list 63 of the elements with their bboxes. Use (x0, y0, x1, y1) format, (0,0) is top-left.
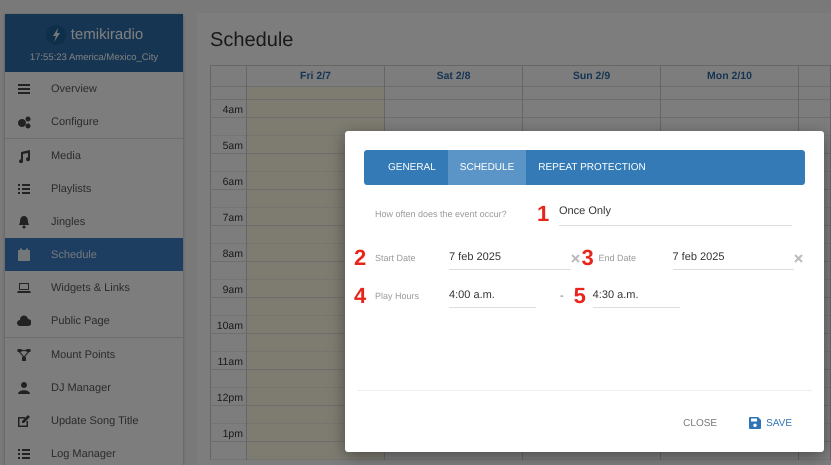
hour-label: 12pm (216, 392, 243, 404)
music-icon (17, 148, 31, 162)
time-field[interactable]: 4:30 a.m. (592, 284, 680, 308)
nav-item[interactable]: Log Manager (5, 437, 183, 465)
clock-text: 17:55:23 America/Mexico_City (30, 52, 158, 62)
range-separator: - (560, 290, 564, 302)
dialog-tab[interactable]: SCHEDULE (448, 150, 526, 185)
callout-number: 5 (574, 284, 587, 308)
bell-icon (17, 214, 31, 228)
logo-icon (44, 24, 67, 46)
day-header: Fri 2/7 (300, 70, 331, 82)
hour-label: 8am (222, 248, 243, 260)
nav-item[interactable]: Jingles (5, 205, 183, 238)
hour-label: 4am (222, 104, 243, 116)
close-button[interactable]: CLOSE (675, 413, 726, 433)
dialog-tab[interactable]: REPEAT PROTECTION (526, 150, 658, 185)
nav-item[interactable]: Configure (5, 105, 183, 138)
nav-item[interactable]: Playlists (5, 172, 183, 205)
cloud-icon (17, 314, 31, 328)
callout-number: 2 (354, 246, 368, 270)
callout-number: 4 (354, 284, 368, 308)
nav-item[interactable]: Media (5, 139, 183, 172)
date-field[interactable]: 7 feb 2025 (672, 246, 794, 270)
user-icon (17, 380, 31, 394)
menu-icon (17, 82, 31, 96)
calendar-icon (17, 248, 31, 262)
page-title: Schedule (210, 29, 294, 52)
dialog-tab[interactable]: GENERAL (376, 150, 448, 185)
laptop-icon (17, 280, 31, 294)
hour-label: 1pm (222, 428, 243, 440)
callout-number: 3 (582, 246, 595, 270)
hour-label: 6am (222, 176, 243, 188)
nav-item[interactable]: Schedule (5, 238, 183, 271)
nav-item[interactable]: Mount Points (5, 338, 183, 371)
time-field[interactable]: 4:00 a.m. (449, 284, 536, 308)
save-button[interactable]: SAVE (741, 413, 800, 433)
list-icon (17, 182, 31, 196)
hour-label: 11am (218, 356, 243, 368)
day-header: Sun 2/9 (572, 70, 610, 82)
day-header: Sat 2/8 (436, 70, 470, 82)
hour-label: 10am (216, 320, 243, 332)
clear-icon[interactable] (570, 254, 580, 262)
hour-label: 5am (222, 140, 243, 152)
hour-label: 9am (222, 284, 243, 296)
field-label: Start Date (375, 253, 417, 263)
nav-item[interactable]: Public Page (5, 304, 183, 337)
field-label: End Date (598, 253, 638, 263)
list-icon (17, 446, 31, 460)
date-field[interactable]: 7 feb 2025 (449, 246, 570, 270)
brand-name: temikiradio (70, 26, 144, 43)
nav-item[interactable]: Update Song Title (5, 404, 183, 437)
nav-item[interactable]: Overview (5, 72, 183, 105)
nav-item[interactable]: DJ Manager (5, 371, 183, 404)
field-label: Play Hours (375, 291, 420, 301)
nodes-icon (17, 348, 31, 362)
nav-item[interactable]: Widgets & Links (5, 271, 183, 304)
clear-icon[interactable] (794, 254, 803, 262)
edit-icon (17, 414, 31, 428)
frequency-select[interactable]: Once Only (559, 201, 792, 226)
hour-label: 7am (222, 212, 243, 224)
field-label: How often does the event occur? (375, 208, 508, 218)
day-header: Mon 2/10 (707, 70, 752, 82)
callout-number: 1 (537, 202, 550, 226)
